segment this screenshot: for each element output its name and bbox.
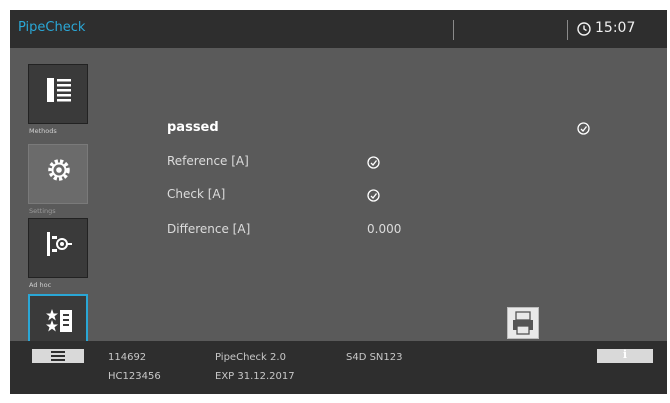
menu-button[interactable] [32, 349, 84, 363]
sidebar-item-label: Settings [29, 207, 56, 215]
check-label: Check [A] [167, 187, 226, 201]
result-status: passed [167, 120, 219, 135]
gear-icon [48, 159, 70, 181]
hamburger-icon [51, 351, 65, 361]
reference-label: Reference [A] [167, 154, 249, 168]
clock-icon [577, 22, 591, 36]
measurement-icon [47, 232, 72, 256]
product-name: PipeCheck 2.0 [215, 352, 286, 363]
sidebar-item-favorites[interactable] [28, 294, 88, 343]
clock-check-icon [367, 189, 380, 202]
sidebar-item-label: Methods [29, 127, 57, 135]
expiry-date: EXP 31.12.2017 [215, 371, 295, 382]
screen: PipeCheck 15:07 Methods Settings Ad hoc … [0, 0, 670, 403]
result-panel: passed Reference [A] Check [A] Differenc… [105, 48, 667, 341]
separator [453, 20, 454, 40]
info-button[interactable]: i [597, 348, 653, 363]
print-button[interactable] [507, 307, 539, 339]
clock-time: 15:07 [595, 20, 636, 36]
device-display: PipeCheck 15:07 Methods Settings Ad hoc … [10, 10, 667, 394]
sidebar-item-methods[interactable]: Methods [28, 64, 88, 135]
favorites-icon [46, 309, 72, 332]
separator [567, 20, 568, 40]
top-bar: PipeCheck 15:07 [10, 10, 667, 48]
list-document-icon [47, 78, 71, 102]
clock-check-icon [367, 156, 380, 169]
sidebar-item-settings[interactable]: Settings [28, 144, 88, 215]
app-title: PipeCheck [18, 20, 86, 35]
clock-check-icon [577, 122, 590, 135]
difference-label: Difference [A] [167, 222, 251, 236]
order-number: 114692 [108, 352, 147, 363]
bottom-bar: 114692 HC123456 PipeCheck 2.0 EXP 31.12.… [10, 341, 667, 394]
sidebar: Methods Settings Ad hoc [10, 48, 105, 343]
device-serial: S4D SN123 [346, 352, 403, 363]
difference-value: 0.000 [367, 222, 402, 236]
batch-number: HC123456 [108, 371, 161, 382]
info-icon: i [622, 348, 628, 361]
sidebar-item-label: Ad hoc [29, 281, 52, 289]
printer-icon [513, 311, 533, 335]
sidebar-item-ad-hoc[interactable]: Ad hoc [28, 218, 88, 289]
